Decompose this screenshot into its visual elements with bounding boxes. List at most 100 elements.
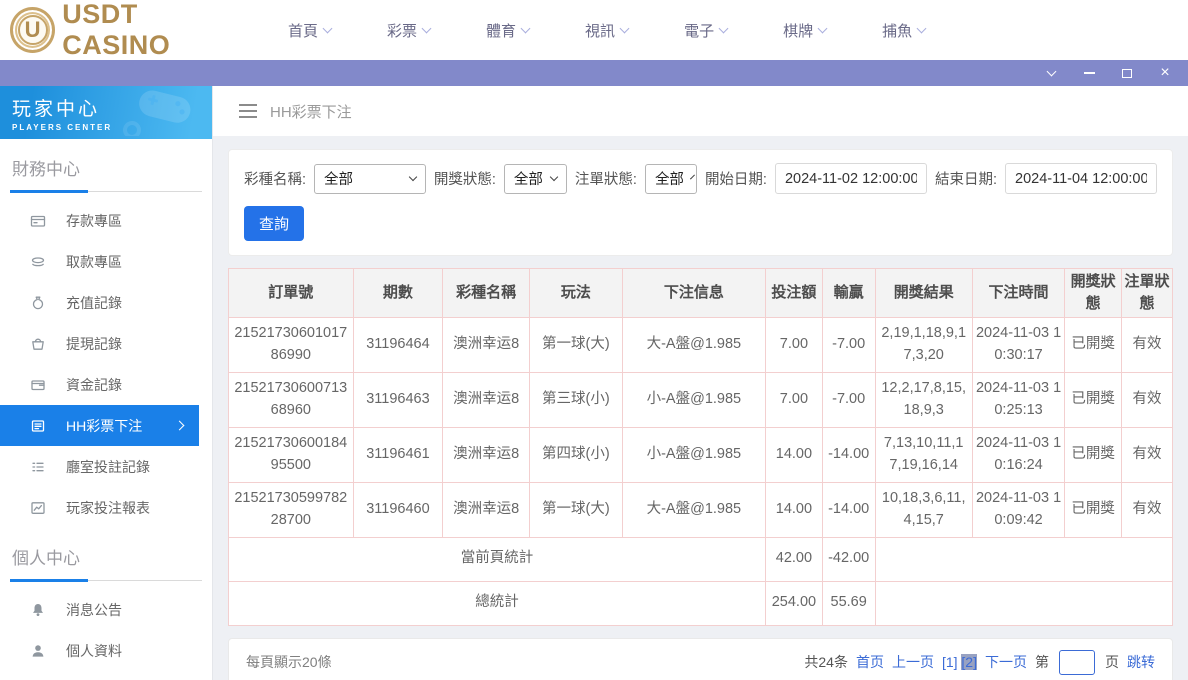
withdraw-record-icon — [30, 336, 46, 352]
hamburger-menu-icon[interactable] — [239, 104, 257, 119]
prev-page-link[interactable]: 上一页 — [892, 652, 934, 672]
column-header: 彩種名稱 — [443, 269, 530, 318]
table-cell: 2,19,1,18,9,17,3,20 — [875, 317, 972, 372]
window-chevron-down-icon[interactable] — [1044, 66, 1058, 80]
chevron-down-icon — [620, 23, 630, 33]
start-date-input[interactable] — [775, 163, 927, 194]
total-summary-label: 總統計 — [229, 581, 766, 625]
recharge-record-icon — [30, 295, 46, 311]
table-header-row: 訂單號期數彩種名稱玩法下注信息投注額輸贏開獎結果下注時間開獎狀態注單狀態 — [229, 269, 1173, 318]
table-cell: 澳洲幸运8 — [443, 372, 530, 427]
sidebar-item-withdraw-record[interactable]: 提現記錄 — [0, 323, 212, 364]
table-cell: -7.00 — [822, 372, 875, 427]
table-cell: 有效 — [1121, 372, 1172, 427]
table-cell: 2152173059978228700 — [229, 482, 354, 537]
nav-item-2[interactable]: 彩票 — [387, 20, 430, 41]
sidebar-item-label: 取款專區 — [66, 252, 122, 272]
table-cell: 大-A盤@1.985 — [622, 482, 766, 537]
sidebar-item-withdraw-hand[interactable]: 取款專區 — [0, 241, 212, 282]
nav-item-7[interactable]: 捕魚 — [882, 20, 925, 41]
table-cell: 2024-11-03 10:30:17 — [972, 317, 1065, 372]
order-status-select[interactable]: 全部 — [645, 164, 697, 194]
window-minimize-icon[interactable] — [1082, 66, 1096, 80]
sidebar-item-deposit-card[interactable]: 存款專區 — [0, 200, 212, 241]
nav-item-4[interactable]: 視訊 — [585, 20, 628, 41]
jump-button[interactable]: 跳转 — [1127, 652, 1155, 672]
page-summary-label: 當前頁統計 — [229, 537, 766, 581]
table-cell: 12,2,17,8,15,18,9,3 — [875, 372, 972, 427]
nav-item-6[interactable]: 棋牌 — [783, 20, 826, 41]
sidebar-item-label: 個人資料 — [66, 641, 122, 661]
sidebar-item-bell[interactable]: 消息公告 — [0, 589, 212, 630]
withdraw-hand-icon — [30, 254, 46, 270]
sidebar-sections: 財務中心存款專區取款專區充值記錄提現記錄資金記錄HH彩票下注廳室投註記錄玩家投注… — [0, 139, 212, 680]
nav-item-5[interactable]: 電子 — [684, 20, 727, 41]
search-button[interactable]: 查詢 — [244, 206, 304, 241]
nav-item-3[interactable]: 體育 — [486, 20, 529, 41]
total-summary-win-loss: 55.69 — [822, 581, 875, 625]
sidebar-section-items: 消息公告個人資料修改密碼 — [0, 581, 212, 680]
end-date-label: 結束日期: — [935, 168, 997, 189]
lottery-name-select[interactable]: 全部 — [314, 164, 426, 194]
table-cell: 14.00 — [766, 427, 823, 482]
top-header: U USDT CASINO 首頁 彩票 體育 視訊 電子 棋牌 捕魚 — [0, 0, 1188, 60]
table-cell: 有效 — [1121, 482, 1172, 537]
page-link-2[interactable]: [2] — [961, 654, 977, 670]
pager: 共24条 首页 上一页 [1] [2] 下一页 第 页 跳转 — [804, 650, 1155, 675]
next-page-link[interactable]: 下一页 — [985, 652, 1027, 672]
sidebar-item-gear[interactable]: 修改密碼 — [0, 671, 212, 680]
draw-status-select[interactable]: 全部 — [504, 164, 567, 194]
table-cell: 第三球(小) — [530, 372, 623, 427]
user-icon — [30, 643, 46, 659]
sidebar-item-label: 廳室投註記錄 — [66, 457, 150, 477]
table-cell: 小-A盤@1.985 — [622, 427, 766, 482]
sidebar-item-hall-record[interactable]: 廳室投註記錄 — [0, 446, 212, 487]
table-cell: 2152173060071368960 — [229, 372, 354, 427]
deposit-card-icon — [30, 213, 46, 229]
nav-item-label: 彩票 — [387, 20, 417, 41]
sidebar-item-label: 提現記錄 — [66, 334, 122, 354]
page-summary-empty — [875, 537, 1172, 581]
sidebar-item-funds-record[interactable]: 資金記錄 — [0, 364, 212, 405]
chevron-down-icon — [917, 23, 927, 33]
table-cell: 2024-11-03 10:25:13 — [972, 372, 1065, 427]
sidebar-item-lottery-bet[interactable]: HH彩票下注 — [0, 405, 199, 446]
sidebar-item-label: 消息公告 — [66, 600, 122, 620]
table-cell: 2024-11-03 10:16:24 — [972, 427, 1065, 482]
sidebar-item-report[interactable]: 玩家投注報表 — [0, 487, 212, 528]
page-title: HH彩票下注 — [270, 101, 352, 122]
jump-page-input[interactable] — [1059, 650, 1095, 675]
sidebar-item-label: 充值記錄 — [66, 293, 122, 313]
table-cell: 大-A盤@1.985 — [622, 317, 766, 372]
table-cell: 2152173060101786990 — [229, 317, 354, 372]
sidebar-item-label: 存款專區 — [66, 211, 122, 231]
nav-item-label: 體育 — [486, 20, 516, 41]
table-cell: 31196460 — [353, 482, 443, 537]
end-date-input[interactable] — [1005, 163, 1157, 194]
table-row: 215217306007136896031196463澳洲幸运8第三球(小)小-… — [229, 372, 1173, 427]
window-title-bar: × — [0, 60, 1188, 86]
chevron-down-icon — [521, 23, 531, 33]
page-number-links: [1] [2] — [942, 654, 977, 670]
table-row: 215217306010178699031196464澳洲幸运8第一球(大)大-… — [229, 317, 1173, 372]
sidebar-item-user[interactable]: 個人資料 — [0, 630, 212, 671]
column-header: 開獎結果 — [875, 269, 972, 318]
page-summary-row: 當前頁統計 42.00 -42.00 — [229, 537, 1173, 581]
page-link-1[interactable]: [1] — [942, 654, 958, 670]
first-page-link[interactable]: 首页 — [856, 652, 884, 672]
draw-status-label: 開獎狀態: — [434, 168, 496, 189]
table-cell: 有效 — [1121, 317, 1172, 372]
sidebar-item-recharge-record[interactable]: 充值記錄 — [0, 282, 212, 323]
nav-item-1[interactable]: 首頁 — [288, 20, 331, 41]
order-status-label: 注單狀態: — [575, 168, 637, 189]
window-close-icon[interactable]: × — [1158, 66, 1172, 80]
table-cell: 7.00 — [766, 317, 823, 372]
window-maximize-icon[interactable] — [1120, 66, 1134, 80]
table-cell: 小-A盤@1.985 — [622, 372, 766, 427]
column-header: 玩法 — [530, 269, 623, 318]
bet-records-table: 訂單號期數彩種名稱玩法下注信息投注額輸贏開獎結果下注時間開獎狀態注單狀態 215… — [228, 268, 1173, 626]
table-cell: 已開獎 — [1065, 482, 1122, 537]
column-header: 下注信息 — [622, 269, 766, 318]
table-row: 215217306001849550031196461澳洲幸运8第四球(小)小-… — [229, 427, 1173, 482]
brand-logo[interactable]: U USDT CASINO — [0, 0, 250, 61]
